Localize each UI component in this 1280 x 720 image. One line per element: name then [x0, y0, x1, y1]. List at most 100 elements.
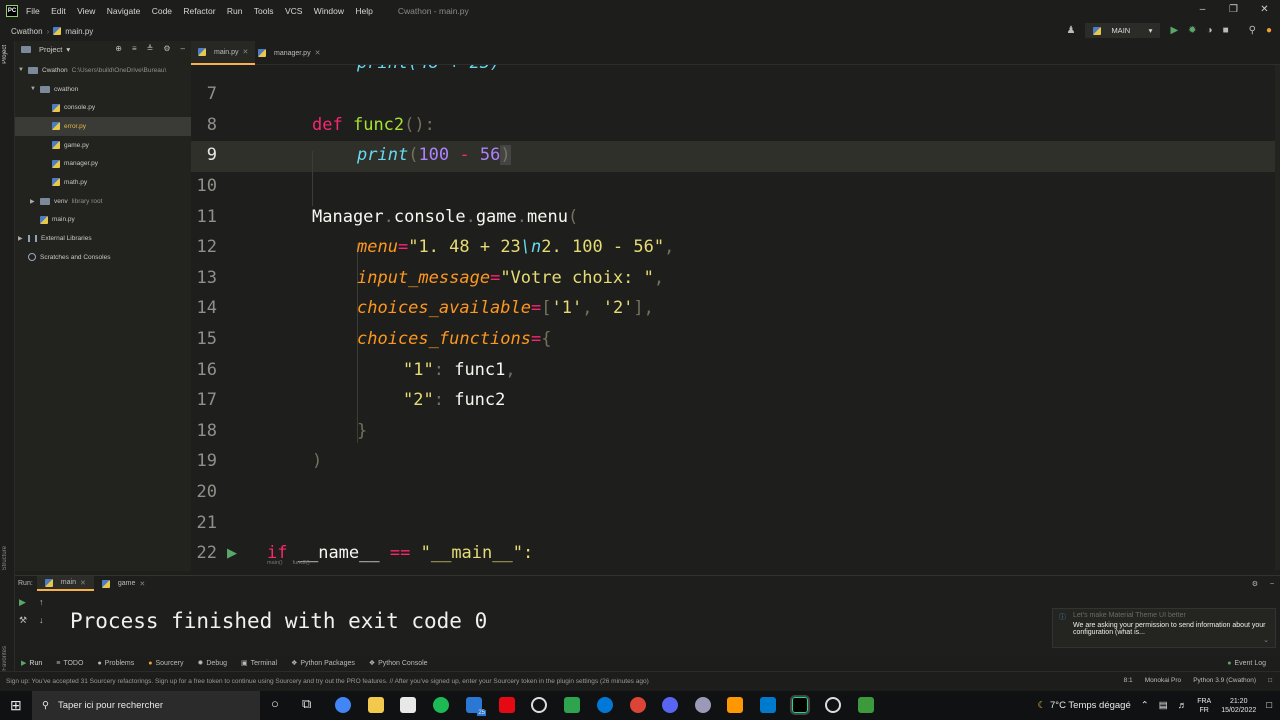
run-gutter-icon[interactable]: ▶ [227, 545, 237, 561]
close-icon[interactable]: ✕ [243, 48, 249, 56]
tree-root[interactable]: ▼ Cwathon C:\Users\build\OneDrive\Bureau… [15, 61, 191, 80]
stop-icon[interactable]: ■ [1223, 24, 1229, 38]
tree-file[interactable]: error.py [15, 117, 191, 136]
toolwindow-terminal[interactable]: ▣ Terminal [241, 659, 277, 668]
gear-icon[interactable]: ⚙ [163, 44, 170, 53]
chevron-right-icon[interactable]: ▶ [18, 235, 28, 242]
chevron-down-icon[interactable]: ▾ [66, 45, 70, 54]
chrome-icon[interactable] [335, 697, 351, 713]
tree-scratches[interactable]: Scratches and Consoles [15, 248, 191, 267]
restore-icon[interactable]: ❐ [1218, 0, 1249, 20]
tree-file[interactable]: game.py [15, 136, 191, 155]
menu-vcs[interactable]: VCS [285, 6, 302, 16]
xbox-icon[interactable] [825, 697, 841, 713]
chevron-down-icon[interactable]: ▼ [30, 86, 40, 92]
collapse-all-icon[interactable]: ≜ [147, 44, 154, 53]
locate-icon[interactable]: ⊕ [115, 44, 122, 53]
minecraft-icon[interactable] [858, 697, 874, 713]
tab-manager-py[interactable]: manager.py ✕ [251, 41, 327, 65]
breadcrumb-file[interactable]: main.py [65, 27, 93, 36]
menu-refactor[interactable]: Refactor [183, 6, 215, 16]
clock[interactable]: 21:20 15/02/2022 [1221, 697, 1256, 715]
tree-venv[interactable]: ▶ venv library root [15, 192, 191, 211]
toolwindow-debug[interactable]: ✹ Debug [198, 659, 228, 668]
toolwindow-run[interactable]: ▶ Run [21, 659, 42, 668]
theme-indicator[interactable]: Monokai Pro [1145, 677, 1182, 684]
menu-navigate[interactable]: Navigate [107, 6, 141, 16]
event-log-button[interactable]: ● Event Log [1227, 660, 1266, 667]
search-icon[interactable]: ⚲ [1249, 24, 1256, 38]
run-configuration-select[interactable]: MAIN ▾ [1085, 23, 1161, 38]
status-message[interactable]: Sign up: You've accepted 31 Sourcery ref… [6, 678, 649, 685]
menu-window[interactable]: Window [314, 6, 344, 16]
pycharm-taskbar-icon[interactable] [790, 695, 810, 715]
tree-package[interactable]: ▼ cwathon [15, 80, 191, 99]
close-icon[interactable]: ✕ [80, 579, 86, 587]
menu-view[interactable]: View [77, 6, 95, 16]
lock-icon[interactable]: □ [1268, 677, 1272, 684]
close-icon[interactable]: ✕ [1249, 0, 1280, 20]
debug-icon[interactable]: ✹ [1188, 24, 1196, 38]
wrench-icon[interactable]: ⚒ [19, 615, 27, 626]
terminal-app-icon[interactable] [564, 697, 580, 713]
gear-icon[interactable]: ⚙ [1252, 580, 1258, 588]
menu-tools[interactable]: Tools [254, 6, 274, 16]
toolwindow-todo[interactable]: ≡ TODO [56, 660, 83, 667]
mail-icon[interactable]: 25 [466, 697, 486, 716]
hide-icon[interactable]: – [181, 44, 185, 53]
tree-file[interactable]: manager.py [15, 154, 191, 173]
notification-popup[interactable]: ⓘ Let's make Material Theme UI better We… [1052, 608, 1276, 648]
favorites-tool-tab[interactable]: Favorites [2, 646, 8, 671]
sublime-icon[interactable] [727, 697, 743, 713]
tree-external-libraries[interactable]: ▶ External Libraries [15, 229, 191, 248]
language-indicator[interactable]: FRA FR [1197, 697, 1211, 715]
store-icon[interactable] [400, 697, 416, 713]
chevron-up-icon[interactable]: ⌃ [1141, 700, 1149, 711]
update-icon[interactable]: ● [1266, 24, 1272, 38]
file-explorer-icon[interactable] [368, 697, 384, 713]
volume-icon[interactable]: ♬ [1178, 700, 1188, 711]
spotify-icon[interactable] [433, 697, 449, 713]
caret-position[interactable]: 8:1 [1124, 677, 1133, 684]
code-breadcrumb-item[interactable]: main() [267, 560, 283, 572]
arrow-up-icon[interactable]: ↑ [39, 597, 44, 607]
run-icon[interactable]: ▶ [1170, 24, 1178, 38]
run-tab-main[interactable]: main ✕ [36, 576, 94, 591]
windows-start-icon[interactable]: ⊞ [10, 697, 22, 714]
task-view-icon[interactable]: ⧉ [302, 696, 311, 712]
menu-run[interactable]: Run [227, 6, 243, 16]
chrome-profile-icon[interactable] [630, 697, 646, 713]
close-icon[interactable]: ✕ [139, 580, 145, 588]
tree-file[interactable]: console.py [15, 98, 191, 117]
tab-main-py[interactable]: main.py ✕ [191, 41, 256, 65]
discord-icon[interactable] [662, 697, 678, 713]
rerun-icon[interactable]: ▶ [19, 597, 26, 608]
menu-help[interactable]: Help [355, 6, 372, 16]
menu-file[interactable]: File [26, 6, 40, 16]
network-icon[interactable]: ▤ [1159, 700, 1168, 711]
toolwindow-python-packages[interactable]: ❖ Python Packages [291, 659, 355, 668]
app-icon[interactable] [695, 697, 711, 713]
project-panel-title[interactable]: Project [39, 45, 62, 54]
structure-tool-tab[interactable]: Structure [2, 546, 8, 570]
close-icon[interactable]: ✕ [315, 49, 321, 57]
chevron-right-icon[interactable]: ▶ [30, 198, 40, 205]
minimize-icon[interactable]: – [1187, 0, 1218, 20]
taskbar-search[interactable]: ⚲ Taper ici pour rechercher [32, 691, 260, 720]
project-tool-tab[interactable]: Project [2, 45, 8, 64]
run-tab-game[interactable]: game ✕ [94, 576, 153, 591]
editor-scrollbar[interactable] [1275, 65, 1280, 570]
breadcrumb-project[interactable]: Cwathon [11, 27, 43, 36]
notification-center-icon[interactable]: □ [1266, 700, 1272, 711]
arrow-down-icon[interactable]: ↓ [39, 615, 44, 625]
code-editor[interactable]: print(48 + 23) def func2(): print(100 - … [261, 65, 1275, 570]
toolwindow-problems[interactable]: ● Problems [97, 660, 134, 667]
cortana-icon[interactable]: ○ [271, 696, 279, 711]
edge-icon[interactable] [597, 697, 613, 713]
toolwindow-sourcery[interactable]: ● Sourcery [148, 660, 183, 667]
menu-edit[interactable]: Edit [51, 6, 66, 16]
tree-file[interactable]: main.py [15, 211, 191, 230]
coverage-icon[interactable]: ◑ [1207, 24, 1213, 38]
netflix-icon[interactable] [499, 697, 515, 713]
chevron-down-icon[interactable]: ⌄ [1263, 636, 1269, 644]
